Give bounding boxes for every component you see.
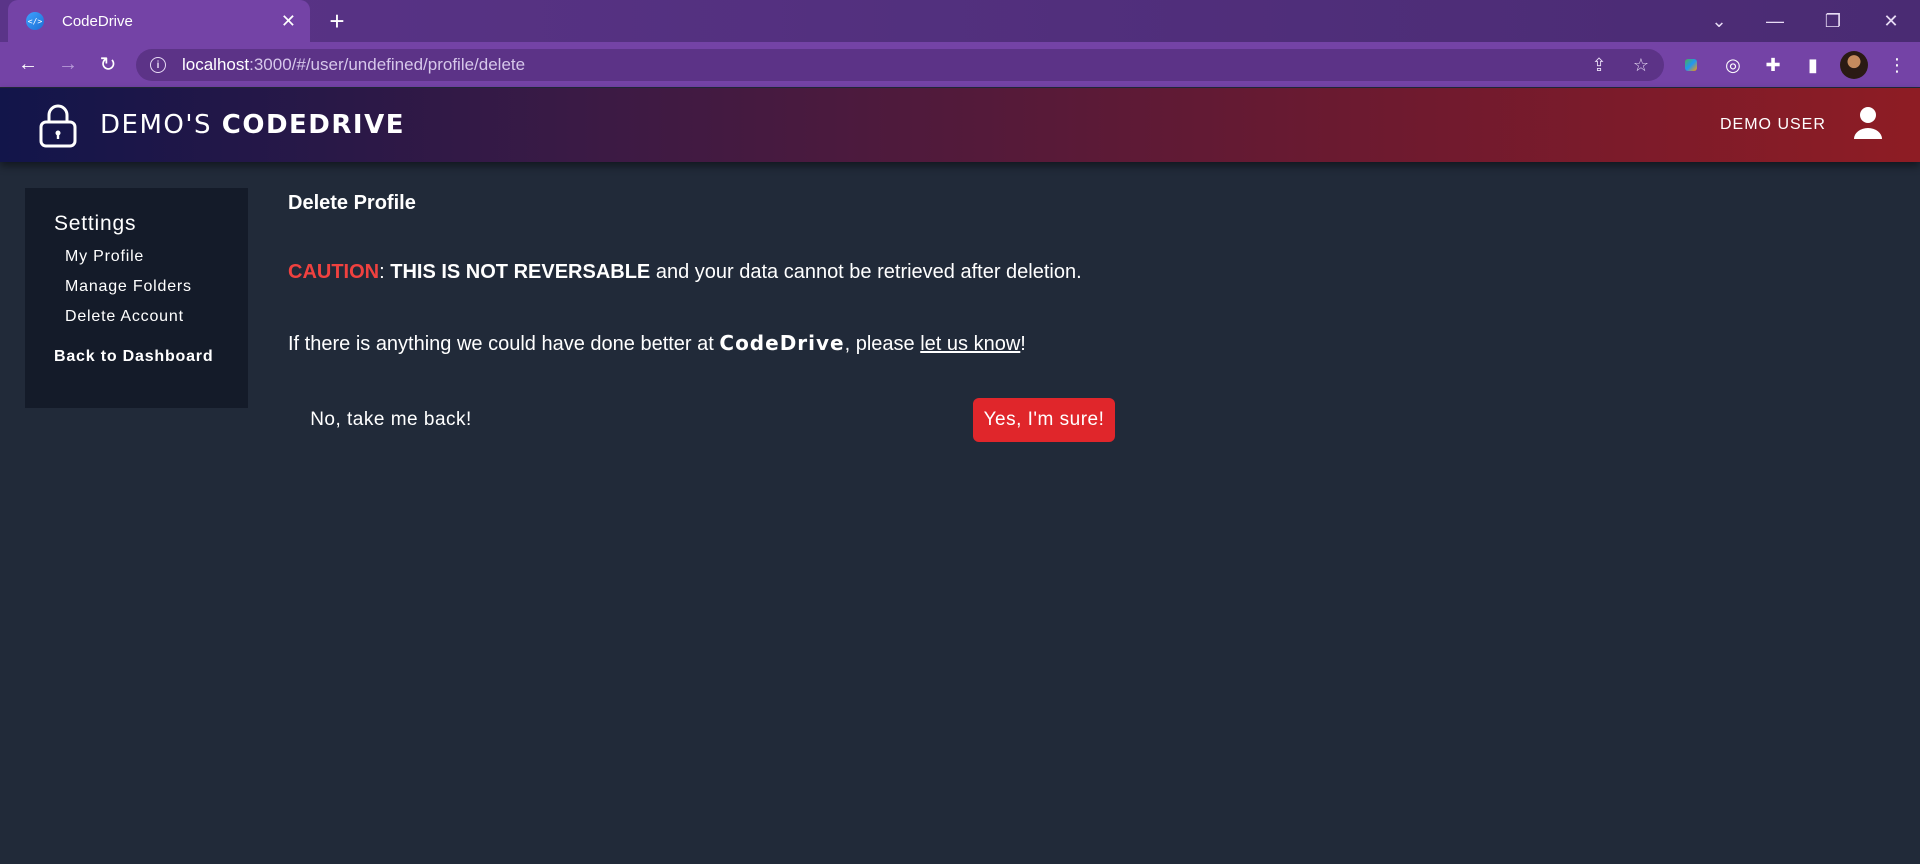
url-path: :3000/#/user/undefined/profile/delete: [249, 55, 526, 74]
new-tab-icon[interactable]: +: [322, 6, 352, 36]
bookmark-star-icon[interactable]: ☆: [1630, 54, 1652, 76]
caution-colon: :: [379, 261, 391, 283]
close-tab-icon[interactable]: ✕: [281, 11, 296, 32]
tab-search-chevron-icon[interactable]: ⌄: [1696, 6, 1742, 36]
browser-toolbar: ← → ↻ i localhost:3000/#/user/undefined/…: [0, 42, 1920, 87]
url-host: localhost: [182, 55, 250, 74]
forward-arrow-icon[interactable]: →: [52, 48, 84, 80]
not-reversable-text: THIS IS NOT REVERSABLE: [390, 261, 651, 283]
sidebar-item-manage-folders[interactable]: Manage Folders: [65, 278, 192, 296]
restore-icon[interactable]: ❐: [1810, 6, 1856, 36]
app-header: DEMO'S CODEDRIVE DEMO USER: [0, 88, 1920, 162]
browser-tab-strip: </> CodeDrive ✕ + ⌄ — ❐ ✕: [0, 0, 1920, 42]
sidebar-item-my-profile[interactable]: My Profile: [65, 248, 144, 266]
codedrive-favicon-icon: </>: [26, 12, 44, 30]
feedback-end: !: [1020, 333, 1026, 355]
extension-colorful-icon[interactable]: [1678, 52, 1704, 78]
caution-message: CAUTION: THIS IS NOT REVERSABLE and your…: [288, 261, 1082, 284]
browser-tab[interactable]: </> CodeDrive ✕: [8, 0, 310, 42]
address-url[interactable]: localhost:3000/#/user/undefined/profile/…: [182, 55, 525, 75]
confirm-delete-button[interactable]: Yes, I'm sure!: [973, 398, 1115, 442]
feedback-brand: CodeDrive: [719, 331, 845, 355]
settings-sidebar: Settings My Profile Manage Folders Delet…: [25, 188, 248, 408]
back-arrow-icon[interactable]: ←: [12, 48, 44, 80]
back-to-dashboard-link[interactable]: Back to Dashboard: [54, 348, 213, 366]
extensions-puzzle-icon[interactable]: ✚: [1760, 52, 1786, 78]
tab-title: CodeDrive: [62, 12, 133, 30]
minimize-icon[interactable]: —: [1752, 6, 1798, 36]
sidebar-item-delete-account[interactable]: Delete Account: [65, 308, 184, 326]
fingerprint-extension-icon[interactable]: ◎: [1720, 52, 1746, 78]
brand-prefix: DEMO'S: [100, 110, 222, 140]
app-brand[interactable]: DEMO'S CODEDRIVE: [100, 110, 405, 140]
lock-icon: [39, 104, 77, 148]
let-us-know-link[interactable]: let us know: [920, 333, 1020, 355]
feedback-prefix: If there is anything we could have done …: [288, 333, 720, 355]
brand-name: CODEDRIVE: [221, 110, 405, 140]
side-panel-icon[interactable]: ▮: [1800, 52, 1826, 78]
sidebar-title: Settings: [54, 212, 137, 235]
browser-profile-avatar[interactable]: [1840, 51, 1868, 79]
caution-label: CAUTION: [288, 261, 380, 283]
user-account-icon[interactable]: [1852, 106, 1884, 140]
caution-rest-text: and your data cannot be retrieved after …: [650, 261, 1082, 283]
feedback-mid: , please: [844, 333, 921, 355]
cancel-delete-button[interactable]: No, take me back!: [288, 398, 494, 442]
site-info-icon[interactable]: i: [150, 57, 166, 73]
page-title: Delete Profile: [288, 192, 416, 214]
browser-menu-kebab-icon[interactable]: ⋮: [1884, 52, 1910, 78]
close-window-icon[interactable]: ✕: [1868, 6, 1914, 36]
reload-icon[interactable]: ↻: [92, 48, 124, 80]
address-bar[interactable]: i localhost:3000/#/user/undefined/profil…: [136, 49, 1664, 81]
header-user-name[interactable]: DEMO USER: [1720, 116, 1826, 134]
share-icon[interactable]: ⇪: [1588, 54, 1610, 76]
feedback-message: If there is anything we could have done …: [288, 331, 1026, 356]
